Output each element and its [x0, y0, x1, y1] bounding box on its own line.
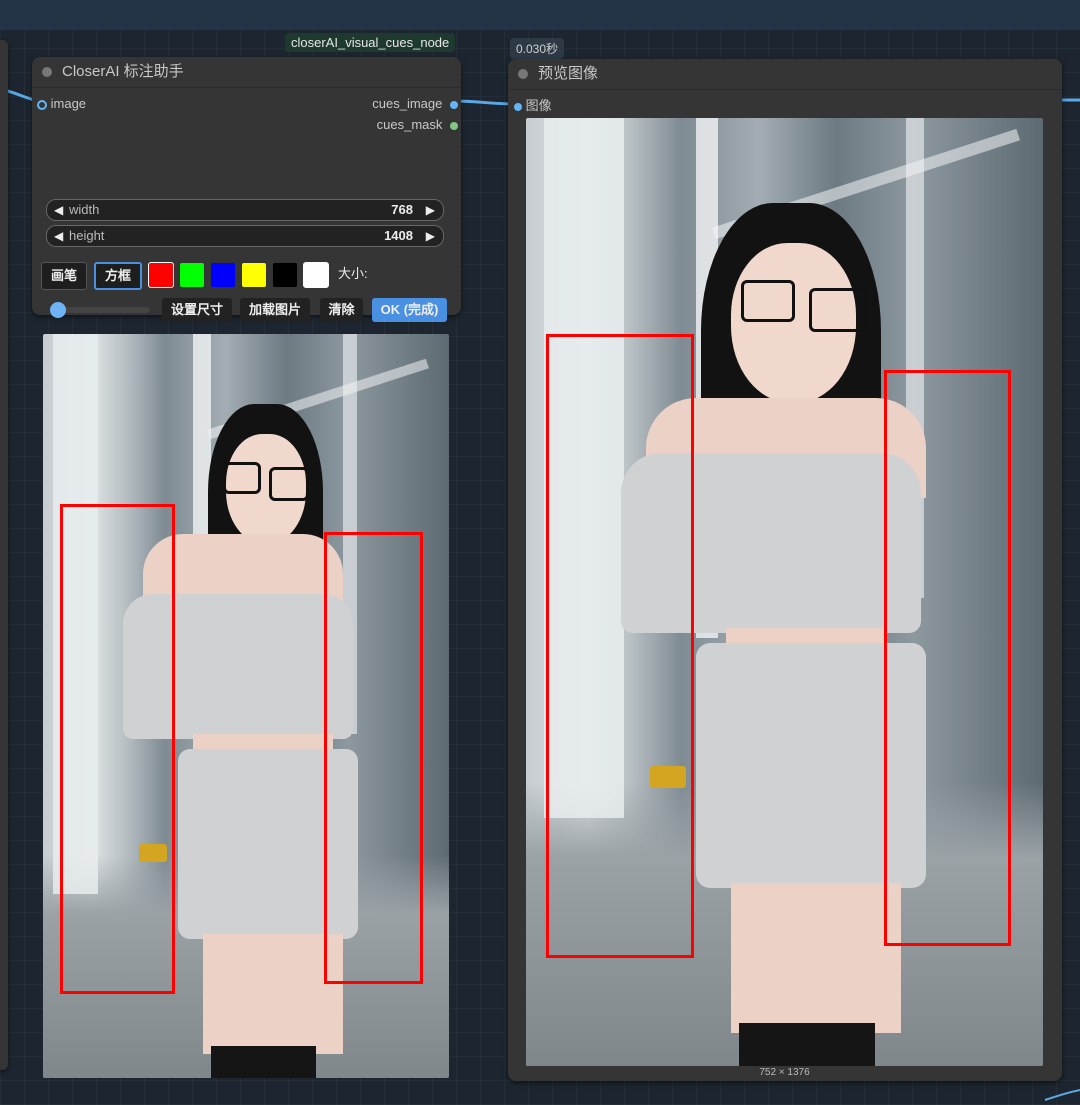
output-slot-label: cues_image — [372, 96, 443, 111]
color-swatch[interactable] — [148, 262, 174, 288]
box-annotation-right — [884, 370, 1011, 946]
size-label: 大小: — [338, 266, 368, 281]
output-wire — [451, 99, 516, 106]
output-slot-label: cues_mask — [376, 117, 443, 132]
size-slider[interactable] — [50, 302, 150, 318]
glasses-right-lens — [269, 467, 309, 501]
color-swatch[interactable] — [303, 262, 329, 288]
input-slot-dot[interactable] — [37, 99, 47, 110]
output-slot-cues-mask[interactable]: cues_mask — [350, 117, 458, 133]
node-collapse-dot[interactable] — [518, 69, 528, 79]
output-wire-corner — [1044, 1089, 1080, 1101]
preview-node-title[interactable]: 预览图像 — [508, 59, 1062, 90]
color-swatch[interactable] — [241, 262, 267, 288]
box-annotation-left — [546, 334, 694, 958]
decrement-arrow-icon[interactable]: ◀ — [54, 226, 63, 246]
widget-label: height — [69, 228, 105, 243]
color-swatch[interactable] — [179, 262, 205, 288]
widget-value[interactable]: 1408 — [384, 226, 413, 246]
widget-value[interactable]: 768 — [391, 200, 413, 220]
input-slot-label: image — [50, 96, 87, 111]
socks — [739, 1023, 875, 1066]
decrement-arrow-icon[interactable]: ◀ — [54, 200, 63, 220]
socks — [211, 1046, 316, 1078]
offscreen-node-edge — [0, 40, 8, 1070]
box-annotation-left[interactable] — [60, 504, 175, 994]
widget-label: width — [69, 202, 100, 217]
output-slot-dot[interactable] — [450, 100, 458, 109]
legs — [203, 934, 343, 1054]
clear-button[interactable]: 清除 — [320, 298, 363, 322]
execution-time-badge: 0.030秒 — [510, 38, 565, 59]
increment-arrow-icon[interactable]: ▶ — [426, 200, 435, 220]
ok-done-button[interactable]: OK (完成) — [372, 298, 447, 322]
glasses-left-lens — [223, 462, 261, 494]
color-swatch[interactable] — [210, 262, 236, 288]
glasses-left-lens — [741, 280, 795, 322]
glasses-right-lens — [809, 288, 867, 332]
annotation-canvas[interactable] — [43, 334, 449, 1078]
preview-image — [526, 118, 1043, 1066]
node-collapse-dot[interactable] — [42, 67, 52, 77]
increment-arrow-icon[interactable]: ▶ — [426, 226, 435, 246]
slider-thumb[interactable] — [50, 302, 66, 318]
color-swatch[interactable] — [272, 262, 298, 288]
output-slot-dot[interactable] — [450, 121, 458, 130]
load-image-button[interactable]: 加载图片 — [240, 298, 310, 322]
image-dimensions-label: 752 × 1376 — [759, 1067, 810, 1078]
width-number-widget[interactable]: ◀ width 768 ▶ — [46, 199, 444, 221]
input-slot-label: 图像 — [525, 98, 552, 113]
input-slot-image[interactable]: image — [37, 96, 86, 112]
set-size-button[interactable]: 设置尺寸 — [162, 298, 232, 322]
height-number-widget[interactable]: ◀ height 1408 ▶ — [46, 225, 444, 247]
input-slot-image-cn[interactable]: 图像 — [514, 98, 552, 114]
output-slot-cues-image[interactable]: cues_image — [350, 96, 458, 112]
canvas-top-band — [0, 0, 1080, 30]
input-slot-dot[interactable] — [514, 102, 522, 111]
box-annotation-right[interactable] — [324, 532, 423, 984]
annotator-node-title-text: CloserAI 标注助手 — [62, 63, 184, 80]
node-type-tag: closerAI_visual_cues_node — [285, 33, 456, 52]
legs — [731, 883, 901, 1033]
brush-tool-button[interactable]: 画笔 — [41, 262, 87, 290]
box-tool-button[interactable]: 方框 — [94, 262, 142, 290]
preview-node-title-text: 预览图像 — [538, 65, 599, 82]
annotator-node-title[interactable]: CloserAI 标注助手 — [32, 57, 461, 88]
